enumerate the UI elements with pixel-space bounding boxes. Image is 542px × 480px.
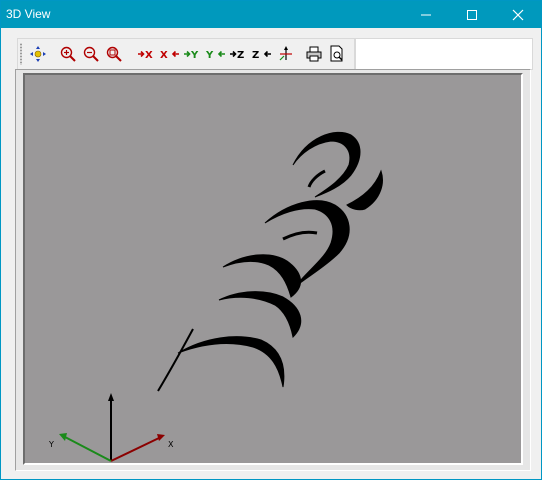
svg-text:Y: Y	[205, 50, 214, 61]
x-axis-arrow	[157, 434, 165, 441]
rotate-axes-button[interactable]	[276, 44, 296, 64]
view-toolbar: X X Y Y Z Z	[17, 38, 355, 70]
axis-triad: X Y	[48, 393, 174, 462]
view-minus-y-icon: Y	[205, 50, 225, 61]
3d-viewport[interactable]: X Y	[23, 73, 523, 465]
maximize-icon	[467, 9, 477, 20]
x-axis-line	[110, 437, 160, 462]
z-axis-arrow	[108, 393, 114, 401]
toolbar-empty-area	[355, 38, 533, 70]
view-minus-z-button[interactable]: Z	[251, 44, 271, 64]
print-button[interactable]	[304, 44, 324, 64]
print-icon	[306, 46, 322, 62]
close-button[interactable]	[495, 1, 541, 28]
title-bar[interactable]: 3D View	[1, 1, 541, 28]
view-minus-x-icon: X	[160, 50, 179, 61]
svg-text:Z: Z	[237, 50, 244, 61]
pan-icon	[30, 46, 46, 62]
toolbar-grip[interactable]	[20, 43, 22, 65]
view-plus-x-icon: X	[138, 50, 153, 61]
zoom-in-icon	[60, 46, 76, 62]
zoom-fit-icon	[106, 46, 122, 62]
x-axis-label: X	[168, 440, 174, 449]
print-preview-icon	[330, 45, 343, 62]
3d-model	[157, 131, 383, 392]
y-axis-label: Y	[48, 440, 54, 449]
zoom-out-button[interactable]	[81, 44, 101, 64]
toolbar-area: X X Y Y Z Z	[13, 38, 533, 70]
app-window: 3D View X X Y Y Z Z X Y	[0, 0, 542, 480]
view-minus-x-button[interactable]: X	[159, 44, 179, 64]
y-axis-arrow	[59, 433, 67, 441]
view-plus-y-icon: Y	[184, 50, 199, 61]
view-plus-x-button[interactable]: X	[136, 44, 156, 64]
y-axis-line	[64, 436, 112, 462]
view-plus-y-button[interactable]: Y	[182, 44, 202, 64]
print-preview-button[interactable]	[327, 44, 347, 64]
window-title: 3D View	[6, 7, 51, 21]
view-minus-z-icon: Z	[252, 50, 271, 61]
svg-text:Z: Z	[252, 50, 259, 61]
maximize-button[interactable]	[449, 1, 495, 28]
zoom-fit-button[interactable]	[104, 44, 124, 64]
view-minus-y-button[interactable]: Y	[205, 44, 225, 64]
svg-text:X: X	[145, 50, 153, 61]
rotate-axes-icon	[279, 46, 292, 61]
pan-button[interactable]	[28, 44, 48, 64]
view-plus-z-button[interactable]: Z	[228, 44, 248, 64]
minimize-icon	[421, 14, 431, 15]
close-icon	[512, 9, 524, 20]
view-plus-z-icon: Z	[230, 50, 244, 61]
minimize-button[interactable]	[403, 1, 449, 28]
3d-scene[interactable]: X Y	[25, 75, 521, 463]
svg-text:Y: Y	[190, 50, 199, 61]
zoom-out-icon	[83, 46, 99, 62]
svg-text:X: X	[160, 50, 168, 61]
zoom-in-button[interactable]	[58, 44, 78, 64]
